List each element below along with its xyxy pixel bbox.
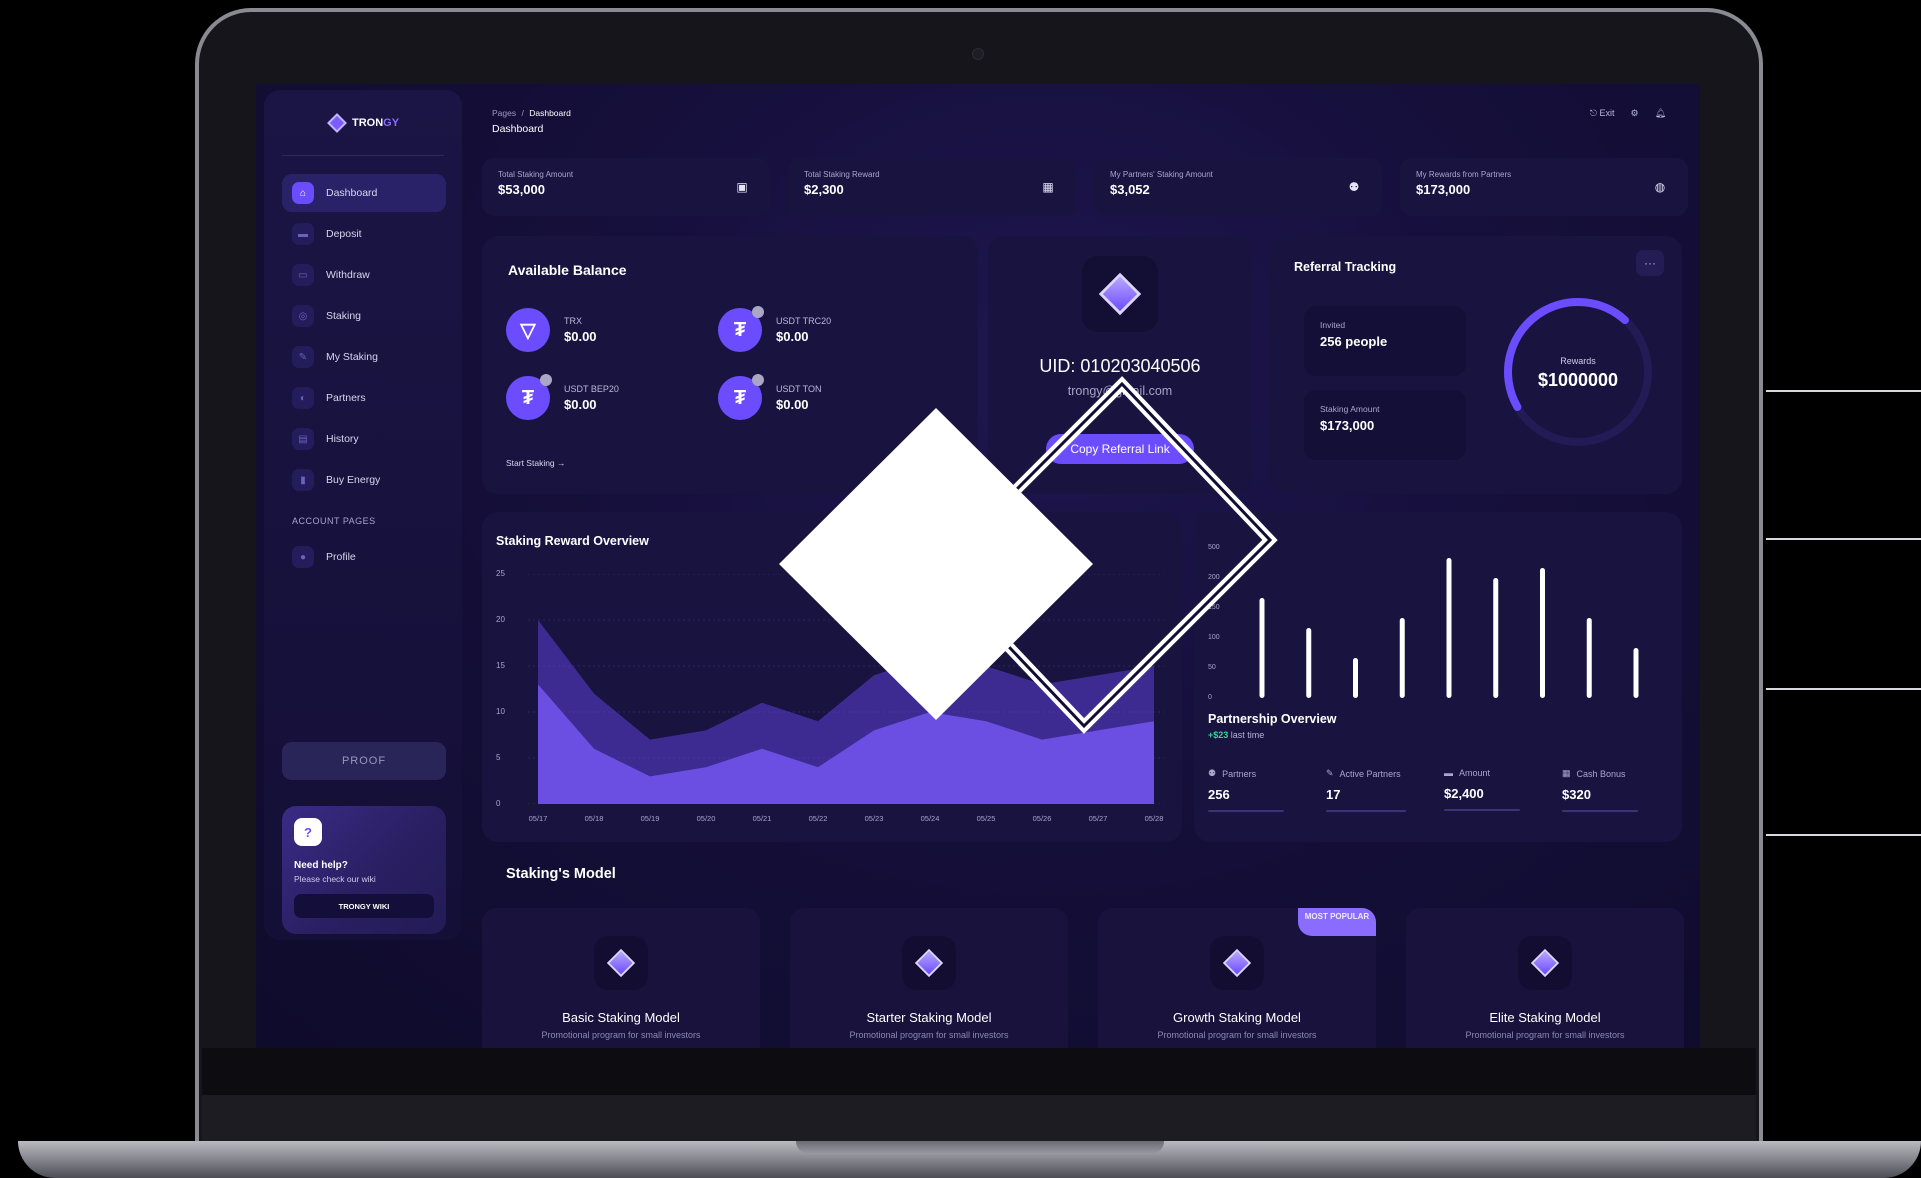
decor-line <box>1766 688 1921 690</box>
laptop-hinge <box>202 1095 1756 1141</box>
decor-line <box>1766 538 1921 540</box>
decor-line <box>1766 834 1921 836</box>
watermark-logo-icon <box>779 376 1278 734</box>
decor-line <box>1766 390 1921 392</box>
dashboard-screen: TRONGY ⌂ Dashboard ▬ Deposit ▭ Withdraw … <box>256 84 1700 1048</box>
laptop-notch <box>796 1141 1164 1154</box>
camera <box>972 48 984 60</box>
